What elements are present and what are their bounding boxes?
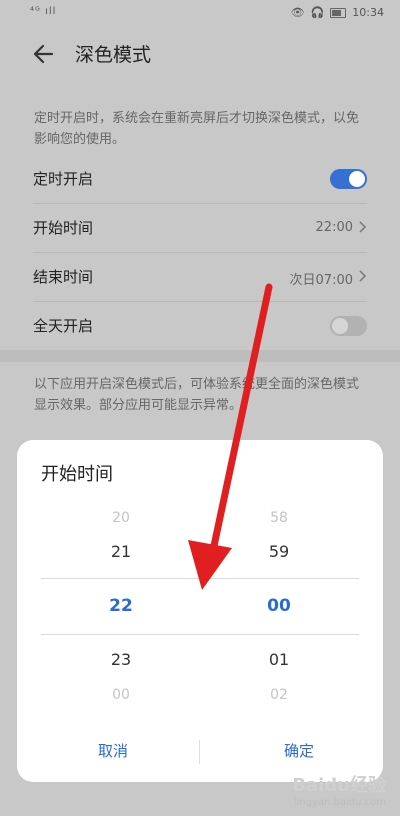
watermark-logo: Baidu经验 xyxy=(292,775,386,796)
battery-icon xyxy=(330,7,347,18)
hour-option[interactable]: 23 xyxy=(61,650,181,669)
row-scheduled-on[interactable]: 定时开启 xyxy=(33,155,367,204)
hour-option[interactable]: 00 xyxy=(61,687,181,703)
eye-icon: 👁 xyxy=(290,6,305,19)
all-day-toggle[interactable] xyxy=(330,316,367,336)
time-picker[interactable]: 20 21 22 23 00 58 59 00 01 02 xyxy=(41,502,359,730)
time-picker-dialog: 开始时间 20 21 22 23 00 58 59 00 01 02 取消 确定 xyxy=(17,440,383,782)
minute-wheel[interactable]: 58 59 00 01 02 xyxy=(219,502,339,730)
toggle-knob xyxy=(349,171,365,187)
status-bar: ⁴ᴳ ıll 👁 🎧 10:34 xyxy=(0,0,400,26)
start-time-value: 22:00 xyxy=(315,220,353,235)
confirm-button[interactable]: 确定 xyxy=(239,740,359,761)
schedule-description: 定时开启时，系统会在重新亮屏后才切换深色模式，以免影响您的使用。 xyxy=(34,111,360,147)
end-time-value: 次日07:00 xyxy=(289,273,353,288)
row-start-time[interactable]: 开始时间 22:00 xyxy=(33,204,367,253)
cancel-button[interactable]: 取消 xyxy=(53,740,173,761)
clock-time: 10:34 xyxy=(352,6,384,19)
status-icons: 👁 🎧 10:34 xyxy=(291,6,384,19)
scheduled-toggle[interactable] xyxy=(330,169,367,189)
app-bar: 深色模式 xyxy=(0,26,400,82)
watermark-url: jingyan.baidu.com xyxy=(293,797,386,808)
minute-option[interactable]: 01 xyxy=(219,650,339,669)
chevron-right-icon xyxy=(359,221,367,233)
chevron-right-icon xyxy=(359,270,367,282)
minute-option[interactable]: 58 xyxy=(219,510,339,526)
hour-option[interactable]: 21 xyxy=(61,542,181,561)
minute-selected[interactable]: 00 xyxy=(219,596,339,616)
minute-option[interactable]: 59 xyxy=(219,542,339,561)
page-title: 深色模式 xyxy=(75,44,152,66)
dialog-title: 开始时间 xyxy=(41,464,113,485)
row-label: 全天开启 xyxy=(33,317,94,335)
signal-indicator: ⁴ᴳ ıll xyxy=(30,6,57,17)
minute-option[interactable]: 02 xyxy=(219,687,339,703)
toggle-knob xyxy=(332,318,348,334)
row-label: 结束时间 xyxy=(33,268,94,286)
row-all-day[interactable]: 全天开启 xyxy=(33,302,367,350)
apps-note: 以下应用开启深色模式后，可体验系统更全面的深色模式显示效果。部分应用可能显示异常… xyxy=(34,377,360,413)
hour-wheel[interactable]: 20 21 22 23 00 xyxy=(61,502,181,730)
button-divider xyxy=(199,740,200,764)
row-label: 定时开启 xyxy=(33,170,94,188)
row-end-time[interactable]: 结束时间 次日07:00 xyxy=(33,253,367,302)
hour-option[interactable]: 20 xyxy=(61,510,181,526)
section-divider xyxy=(0,350,400,362)
watermark: Baidu经验 jingyan.baidu.com xyxy=(292,771,386,808)
back-arrow-icon[interactable] xyxy=(30,40,58,68)
row-label: 开始时间 xyxy=(33,219,94,237)
headphone-icon: 🎧 xyxy=(310,6,325,19)
hour-selected[interactable]: 22 xyxy=(61,596,181,616)
